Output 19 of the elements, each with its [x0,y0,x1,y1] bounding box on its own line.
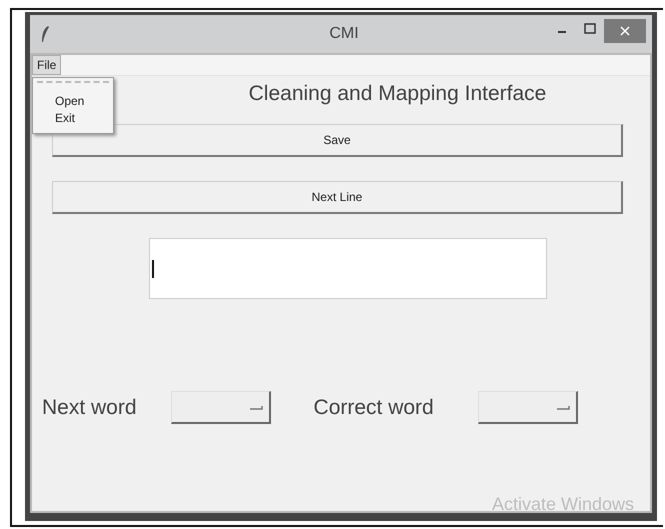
heading: Cleaning and Mapping Interface [248,82,546,106]
action-button[interactable]: Save [52,124,623,157]
action-button[interactable]: Next Line [52,181,623,214]
dropdown-icon [248,404,263,410]
combo-box[interactable] [478,391,578,424]
menu-item[interactable]: File [32,55,62,75]
minimize-icon [558,31,566,33]
window-title: CMI [328,25,360,43]
menu-entry[interactable]: Open [37,93,109,110]
close-button[interactable] [604,19,646,43]
menu-entry[interactable]: Exit [37,110,109,127]
dropdown-icon [556,404,570,410]
feather-icon [40,25,50,43]
text-field[interactable] [148,238,546,299]
combo-box[interactable] [170,391,271,424]
maximize-icon [584,23,596,35]
field-label: Correct word [314,396,434,420]
field-label: Next word [42,396,137,420]
close-icon [620,26,630,36]
